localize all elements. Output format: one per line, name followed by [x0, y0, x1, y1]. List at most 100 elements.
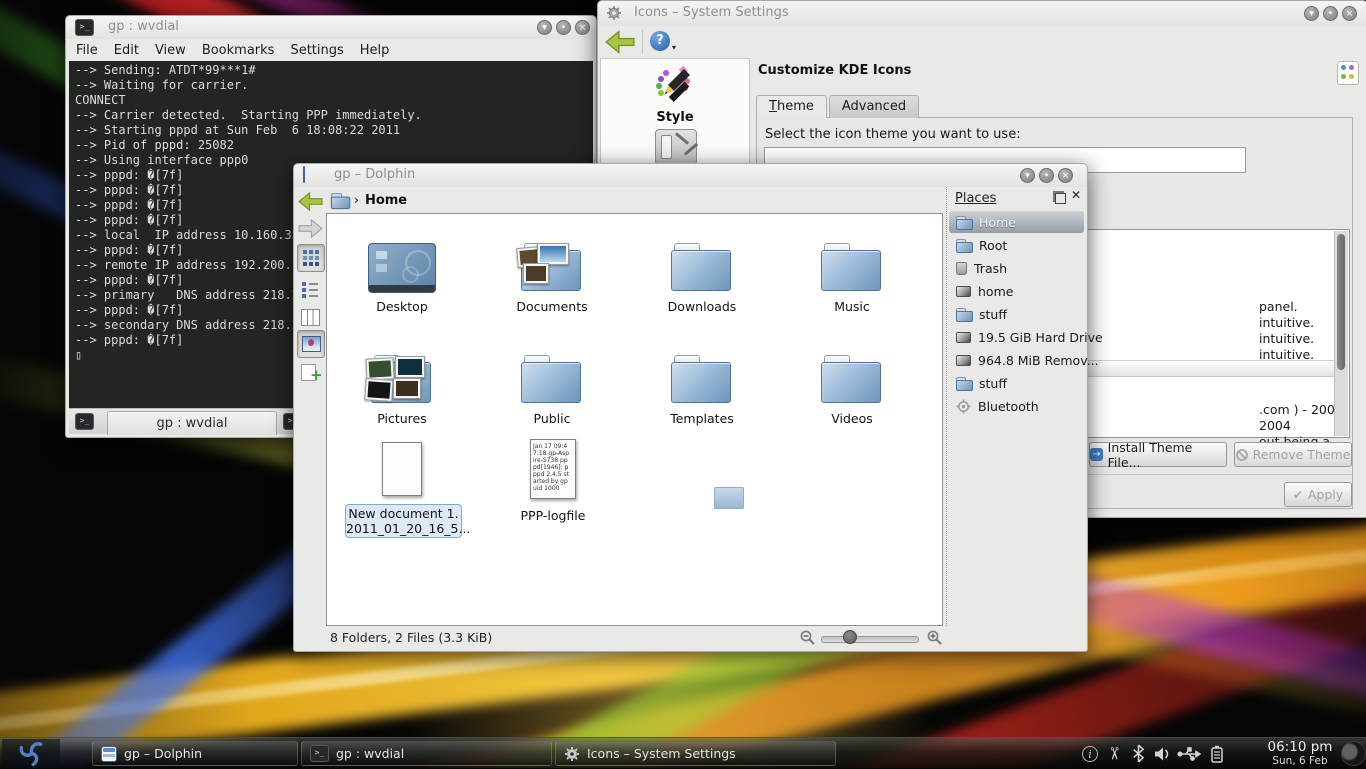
detach-panel-icon[interactable] [1055, 193, 1066, 204]
app-launcher-button[interactable] [2, 739, 60, 768]
minimize-icon[interactable]: ▾ [1304, 6, 1319, 21]
maximize-icon[interactable]: • [1323, 6, 1338, 21]
forward-button[interactable] [298, 218, 323, 239]
close-icon[interactable]: × [1058, 168, 1073, 183]
new-document-label[interactable]: New document 1. 2011_01_20_16_5... [345, 504, 462, 538]
clock-date: Sun, 6 Feb [1262, 755, 1338, 767]
place-item-home-partition[interactable]: home [949, 280, 1084, 302]
trash-icon [956, 262, 967, 275]
breadcrumb-home[interactable]: Home [365, 193, 407, 208]
place-item-removable[interactable]: 964.8 MiB Remov... [949, 349, 1084, 371]
folder-label: Templates [670, 411, 734, 426]
zoom-slider-track[interactable] [821, 636, 919, 643]
status-text: 8 Folders, 2 Files (3.3 KiB) [330, 630, 492, 645]
taskbar-item-label: Icons – System Settings [587, 746, 736, 761]
sidebar-item-style[interactable]: Style [601, 63, 749, 125]
apply-button[interactable]: ✔ Apply [1284, 482, 1352, 507]
zoom-slider-handle[interactable] [843, 630, 857, 644]
bluetooth-tray-icon[interactable] [1126, 738, 1150, 769]
import-icon: → [1090, 448, 1103, 461]
columns-glyph [301, 309, 320, 326]
remove-theme-label: Remove Theme [1253, 447, 1351, 462]
minimize-icon[interactable]: ▾ [537, 20, 552, 35]
details-glyph-squares [302, 282, 306, 286]
remove-theme-button[interactable]: Remove Theme [1234, 442, 1352, 467]
clock[interactable]: 06:10 pm Sun, 6 Feb [1262, 739, 1338, 767]
tab-advanced[interactable]: Advanced [829, 95, 919, 118]
maximize-icon[interactable]: • [1039, 168, 1054, 183]
volume-tray-icon[interactable] [1150, 738, 1174, 769]
folder-item-desktop[interactable]: Desktop [327, 222, 477, 314]
folder-item-templates[interactable]: Templates [627, 334, 777, 426]
scrollbar-thumb[interactable] [1337, 234, 1345, 370]
new-document-file-icon[interactable] [382, 442, 422, 496]
klipper-scissors-icon[interactable]: ✂ [1099, 742, 1130, 766]
settings-titlebar[interactable]: Icons – System Settings ▾ • × [598, 1, 1366, 26]
taskbar-item-dolphin[interactable]: gp – Dolphin [92, 741, 298, 766]
folder-icon [821, 355, 883, 405]
folder-item-public[interactable]: Public [477, 334, 627, 426]
menu-help[interactable]: Help [360, 43, 390, 58]
split-view-button[interactable]: + [297, 360, 323, 386]
zoom-out-icon[interactable] [799, 629, 816, 646]
menu-file[interactable]: File [76, 43, 98, 58]
terminal-titlebar[interactable]: >_ gp : wvdial ▾ • × [66, 16, 596, 39]
battery-tray-icon[interactable] [1204, 738, 1228, 769]
taskbar-item-terminal[interactable]: >_ gp : wvdial [301, 741, 552, 766]
close-icon[interactable]: × [1342, 6, 1357, 21]
folder-item-music[interactable]: Music [777, 222, 927, 314]
chevron-down-icon[interactable]: ▾ [672, 43, 676, 52]
place-item-trash[interactable]: Trash [949, 257, 1084, 279]
menu-edit[interactable]: Edit [114, 43, 139, 58]
panel-toolbox-cashew-icon[interactable] [1341, 741, 1366, 766]
ppp-logfile-label[interactable]: PPP-logfile [517, 508, 589, 523]
new-tab-button[interactable]: >_ [75, 413, 94, 430]
columns-view-button[interactable] [297, 304, 323, 330]
menu-bookmarks[interactable]: Bookmarks [202, 43, 275, 58]
dot [1341, 74, 1346, 79]
folder-item-videos[interactable]: Videos [777, 334, 927, 426]
place-item-home[interactable]: Home [949, 211, 1084, 233]
scrollbar[interactable] [1334, 231, 1348, 436]
zoom-in-icon[interactable] [926, 629, 943, 646]
dot [1349, 65, 1354, 70]
tab-theme[interactable]: Theme [756, 95, 827, 118]
maximize-icon[interactable]: • [556, 20, 571, 35]
close-panel-icon[interactable]: ✕ [1071, 188, 1081, 202]
place-label: stuff [979, 376, 1007, 391]
install-theme-button[interactable]: → Install Theme File... [1089, 442, 1227, 467]
desktop-folder-icon [368, 243, 436, 293]
folder-item-documents[interactable]: Documents [477, 222, 627, 314]
settings-window-title: Icons – System Settings [634, 5, 789, 20]
help-icon[interactable]: ? [650, 31, 670, 51]
folder-item-pictures[interactable]: Pictures [327, 334, 477, 426]
taskbar-item-system-settings[interactable]: Icons – System Settings [555, 741, 836, 766]
dolphin-titlebar[interactable]: gp – Dolphin ▾ • × [294, 164, 1087, 187]
place-item-root[interactable]: Root [949, 234, 1084, 256]
minimize-icon[interactable]: ▾ [1020, 168, 1035, 183]
place-item-stuff2[interactable]: stuff [949, 372, 1084, 394]
folder-item-downloads[interactable]: Downloads [627, 222, 777, 314]
close-icon[interactable]: × [575, 20, 590, 35]
folder-label: Downloads [668, 299, 737, 314]
details-view-button[interactable] [297, 276, 323, 302]
place-item-stuff[interactable]: stuff [949, 303, 1084, 325]
gear-icon [564, 746, 580, 762]
back-button[interactable] [605, 29, 635, 55]
icons-view-button[interactable] [297, 244, 325, 272]
menu-view[interactable]: View [155, 43, 186, 58]
menu-settings[interactable]: Settings [290, 43, 343, 58]
dot [1341, 65, 1346, 70]
device-notifier-usb-icon[interactable] [1174, 738, 1204, 769]
terminal-tab[interactable]: gp : wvdial [107, 411, 277, 435]
dot [1349, 74, 1354, 79]
place-item-hard-drive[interactable]: 19.5 GiB Hard Drive [949, 326, 1084, 348]
workspace-tools-icon[interactable] [655, 129, 697, 165]
place-label: Root [979, 238, 1007, 253]
back-button[interactable] [298, 191, 323, 212]
preview-toggle-button[interactable] [297, 330, 325, 358]
home-folder-icon[interactable] [331, 193, 349, 208]
ppp-logfile-icon[interactable]: Jan 17 09:4 7:18 gp-Asp ire-5738 pp pd[1… [530, 439, 576, 499]
place-item-bluetooth[interactable]: Bluetooth [949, 395, 1084, 417]
folder-view[interactable]: Desktop Documents Downloads Music [326, 213, 943, 626]
